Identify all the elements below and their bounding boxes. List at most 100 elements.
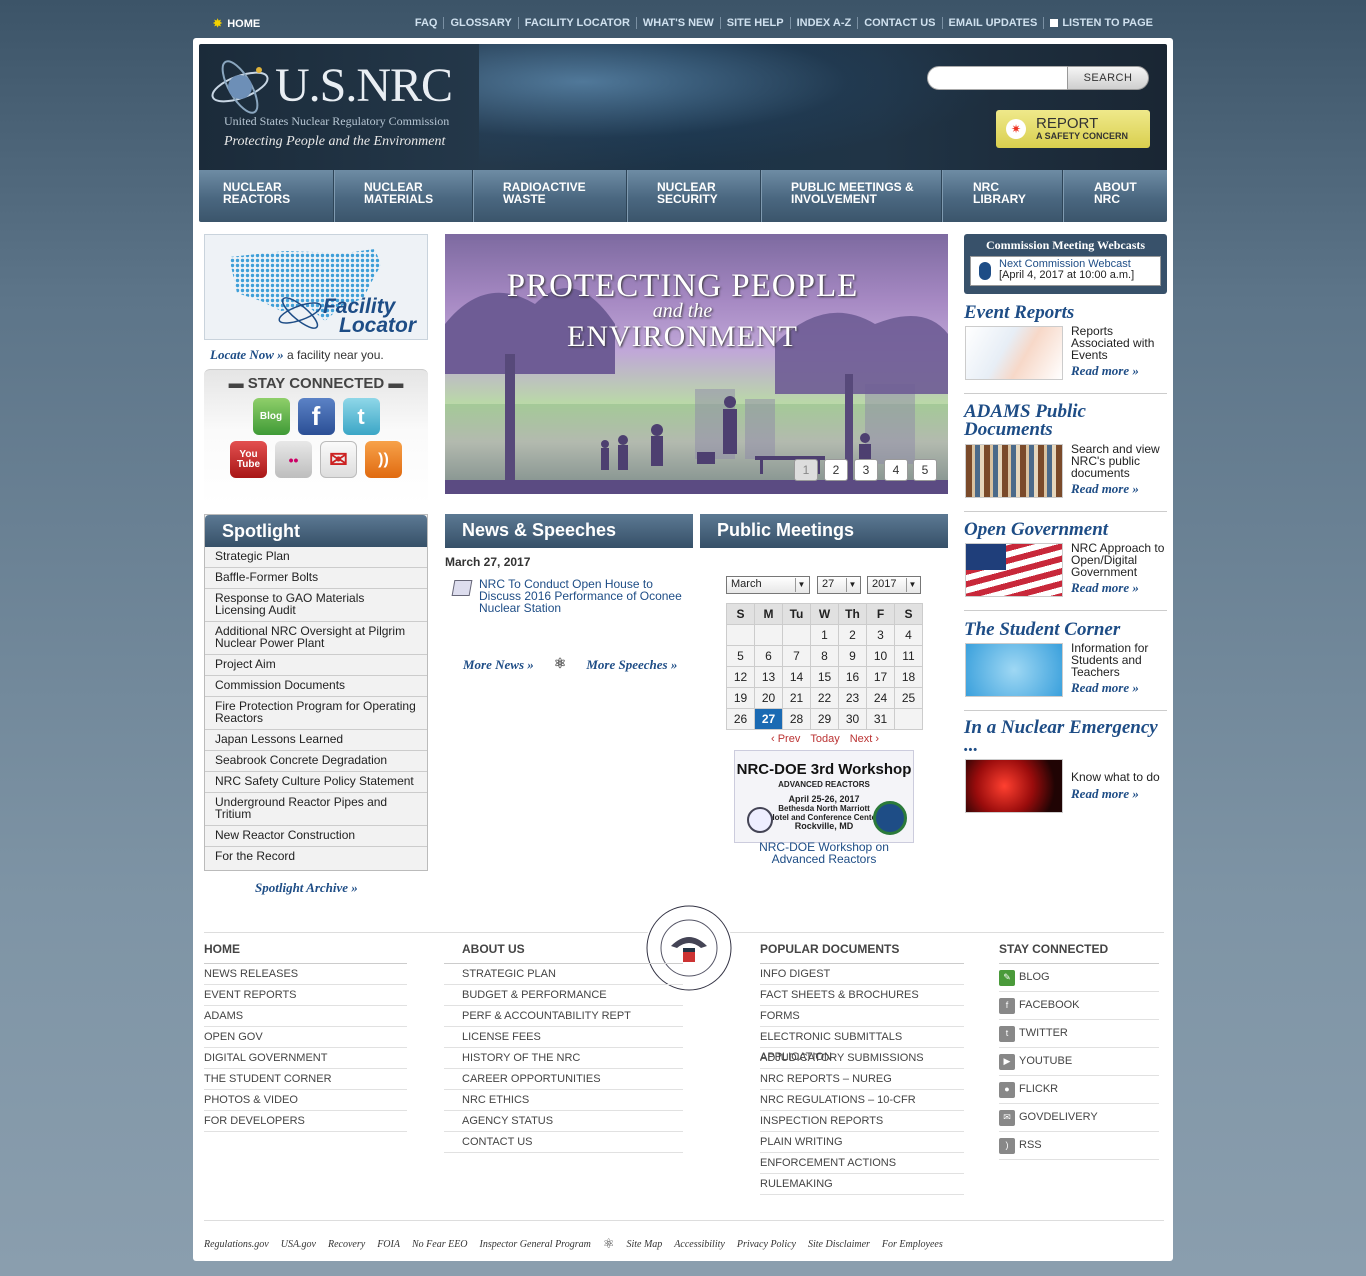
footer-bottom-link[interactable]: Accessibility (674, 1239, 725, 1250)
flickr-icon[interactable]: •• (275, 441, 312, 478)
footer-link[interactable]: DIGITAL GOVERNMENT (204, 1048, 407, 1069)
hero-carousel[interactable]: PROTECTING PEOPLE and the ENVIRONMENT 1 … (445, 234, 948, 494)
facility-locator-link[interactable]: FACILITY LOCATOR (517, 17, 636, 29)
footer-link[interactable]: FACT SHEETS & BROCHURES (760, 985, 964, 1006)
calendar-day[interactable]: 23 (838, 687, 867, 709)
calendar-next-link[interactable]: Next › (850, 733, 879, 745)
spotlight-item[interactable]: Underground Reactor Pipes and Tritium (205, 793, 427, 826)
govdelivery-icon[interactable]: ✉ (320, 441, 357, 478)
workshop-banner[interactable]: NRC-DOE 3rd Workshop ADVANCED REACTORS A… (734, 750, 914, 843)
footer-social-link[interactable]: ✎ BLOG (999, 964, 1159, 992)
carousel-page-5[interactable]: 5 (913, 459, 937, 481)
calendar-day[interactable]: 8 (810, 645, 839, 667)
blog-icon[interactable]: Blog (252, 398, 290, 435)
calendar-day[interactable]: 15 (810, 666, 839, 688)
carousel-page-1[interactable]: 1 (794, 459, 818, 481)
calendar-day[interactable]: 9 (838, 645, 867, 667)
calendar-day[interactable]: 24 (866, 687, 895, 709)
home-link[interactable]: ✸ HOME (213, 17, 260, 31)
footer-popular-title[interactable]: POPULAR DOCUMENTS (760, 942, 964, 964)
calendar-day[interactable]: 7 (782, 645, 811, 667)
open-government-read-more[interactable]: Read more » (1071, 580, 1139, 596)
contact-us-link[interactable]: CONTACT US (857, 17, 941, 29)
spotlight-item[interactable]: For the Record (205, 847, 427, 868)
report-safety-concern-button[interactable]: ✷ REPORT A SAFETY CONCERN (996, 110, 1150, 148)
rss-icon[interactable]: )) (365, 441, 402, 478)
month-select[interactable]: March ▼ (726, 576, 810, 594)
footer-link[interactable]: STRATEGIC PLAN (444, 964, 683, 985)
site-help-link[interactable]: SITE HELP (719, 17, 790, 29)
calendar-day[interactable]: 31 (866, 708, 895, 730)
adams-title[interactable]: ADAMS Public Documents (964, 402, 1167, 439)
event-reports-title[interactable]: Event Reports (964, 303, 1167, 322)
nav-about-nrc[interactable]: ABOUT NRC (1063, 170, 1167, 222)
footer-link[interactable]: INSPECTION REPORTS (760, 1111, 964, 1132)
calendar-day[interactable]: 2 (838, 624, 867, 646)
carousel-page-2[interactable]: 2 (824, 459, 848, 481)
calendar-day[interactable]: 13 (754, 666, 783, 688)
footer-social-link[interactable]: ● FLICKR (999, 1076, 1159, 1104)
calendar-day[interactable]: 12 (726, 666, 755, 688)
calendar-day[interactable]: 29 (810, 708, 839, 730)
search-button[interactable]: SEARCH (1067, 66, 1149, 90)
locate-now-link[interactable]: Locate Now » (210, 347, 284, 362)
calendar-day[interactable]: 18 (894, 666, 923, 688)
calendar-day[interactable]: 4 (894, 624, 923, 646)
calendar-day[interactable]: 30 (838, 708, 867, 730)
footer-bottom-link[interactable]: No Fear EEO (412, 1239, 468, 1250)
day-select[interactable]: 27 ▼ (817, 576, 861, 594)
event-reports-read-more[interactable]: Read more » (1071, 363, 1139, 379)
footer-bottom-link[interactable]: FOIA (377, 1239, 400, 1250)
calendar-day[interactable]: 25 (894, 687, 923, 709)
student-corner-read-more[interactable]: Read more » (1071, 680, 1139, 696)
footer-link[interactable]: NRC ETHICS (444, 1090, 683, 1111)
more-news-link[interactable]: More News » (463, 657, 534, 673)
spotlight-item[interactable]: Seabrook Concrete Degradation (205, 751, 427, 772)
nuclear-emergency-read-more[interactable]: Read more » (1071, 786, 1139, 802)
emergency-light-image[interactable] (965, 759, 1063, 813)
footer-social-link[interactable]: t TWITTER (999, 1020, 1159, 1048)
calendar-prev-link[interactable]: ‹ Prev (771, 733, 800, 745)
facebook-icon[interactable]: f (297, 398, 335, 435)
footer-link[interactable]: PHOTOS & VIDEO (204, 1090, 407, 1111)
footer-link[interactable]: RULEMAKING (760, 1174, 964, 1195)
index-az-link[interactable]: INDEX A-Z (789, 17, 858, 29)
nrc-logo[interactable]: U.S.NRC United States Nuclear Regulatory… (209, 52, 479, 162)
calendar-day[interactable]: 14 (782, 666, 811, 688)
footer-bottom-link[interactable]: Recovery (328, 1239, 365, 1250)
calendar-day[interactable]: 10 (866, 645, 895, 667)
workshop-link[interactable]: NRC-DOE Workshop on Advanced Reactors (734, 841, 914, 865)
footer-social-link[interactable]: ▶ YOUTUBE (999, 1048, 1159, 1076)
glossary-link[interactable]: GLOSSARY (443, 17, 517, 29)
calendar-day[interactable]: 27 (754, 708, 783, 730)
calendar-day[interactable]: 16 (838, 666, 867, 688)
footer-link[interactable]: HISTORY OF THE NRC (444, 1048, 683, 1069)
student-corner-image[interactable] (965, 643, 1063, 697)
year-select[interactable]: 2017 ▼ (867, 576, 921, 594)
footer-link[interactable]: AGENCY STATUS (444, 1111, 683, 1132)
nav-nrc-library[interactable]: NRC LIBRARY (942, 170, 1063, 222)
open-government-title[interactable]: Open Government (964, 520, 1167, 539)
calendar-day[interactable]: 22 (810, 687, 839, 709)
footer-link[interactable]: THE STUDENT CORNER (204, 1069, 407, 1090)
email-updates-link[interactable]: EMAIL UPDATES (941, 17, 1044, 29)
more-speeches-link[interactable]: More Speeches » (586, 657, 677, 673)
spotlight-item[interactable]: NRC Safety Culture Policy Statement (205, 772, 427, 793)
footer-link[interactable]: PLAIN WRITING (760, 1132, 964, 1153)
calendar-day[interactable]: 3 (866, 624, 895, 646)
adams-read-more[interactable]: Read more » (1071, 481, 1139, 497)
youtube-icon[interactable]: You Tube (230, 441, 267, 478)
search-input[interactable] (927, 66, 1077, 90)
footer-bottom-link[interactable]: Privacy Policy (737, 1239, 796, 1250)
footer-bottom-link[interactable]: Regulations.gov (204, 1239, 269, 1250)
spotlight-item[interactable]: Project Aim (205, 655, 427, 676)
listen-to-page-link[interactable]: LISTEN TO PAGE (1043, 17, 1159, 29)
calendar-today-link[interactable]: Today (810, 733, 839, 745)
footer-bottom-link[interactable]: USA.gov (281, 1239, 316, 1250)
whats-new-link[interactable]: WHAT'S NEW (635, 17, 720, 29)
footer-link[interactable]: FOR DEVELOPERS (204, 1111, 407, 1132)
footer-about-title[interactable]: ABOUT US (444, 942, 683, 964)
spotlight-item[interactable]: Japan Lessons Learned (205, 730, 427, 751)
footer-link[interactable]: OPEN GOV (204, 1027, 407, 1048)
footer-bottom-link[interactable]: Site Disclaimer (808, 1239, 870, 1250)
